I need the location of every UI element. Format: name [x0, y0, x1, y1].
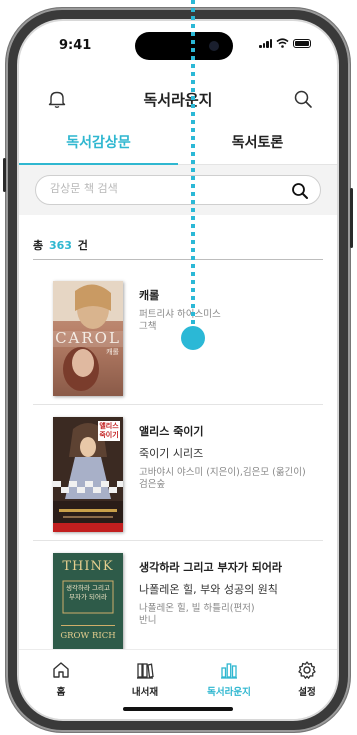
home-indicator	[123, 707, 233, 711]
tab-reviews[interactable]: 독서감상문	[19, 123, 178, 165]
tabbar-item-library[interactable]: 내서재	[115, 660, 175, 698]
tabbar-label: 설정	[298, 687, 316, 698]
home-icon	[53, 662, 69, 678]
list-item[interactable]: CAROL 캐롤 캐롤 퍼트리샤 하이스미스 그책	[33, 269, 323, 405]
status-bar: 9:41	[19, 21, 337, 61]
result-count: 총 363 건	[33, 237, 88, 253]
tabbar-label: 독서라운지	[207, 687, 251, 698]
book-publisher: 그책	[139, 321, 157, 332]
book-title: 생각하라 그리고 부자가 되어라	[139, 561, 283, 574]
cover-subtitle: 캐롤	[106, 348, 119, 356]
book-publisher: 반니	[139, 615, 157, 626]
book-cover: CAROL 캐롤	[53, 281, 123, 396]
signal-icon	[259, 39, 272, 48]
tabbar-item-settings[interactable]: 설정	[277, 660, 337, 698]
search-box	[35, 175, 321, 205]
book-cover: 앨리스 죽이기	[53, 417, 123, 532]
gear-icon	[298, 661, 316, 679]
touch-gesture-indicator	[181, 0, 205, 350]
book-title: 캐롤	[139, 289, 160, 302]
book-title: 앨리스 죽이기	[139, 425, 204, 438]
wifi-icon	[276, 38, 289, 48]
app-screen: 9:41 독서라운지 독서감상문 독서토론 감상문 책 검색 총 363 건 C…	[19, 21, 337, 719]
count-prefix: 총	[33, 239, 44, 252]
tabbar-label: 내서재	[131, 687, 159, 698]
search-submit-icon[interactable]	[290, 181, 310, 201]
cover-title: CAROL	[55, 329, 121, 347]
side-button-right	[350, 188, 353, 248]
divider	[33, 259, 323, 260]
tabbar-label: 홈	[56, 687, 66, 698]
search-area	[19, 165, 337, 215]
phone-bezel: 9:41 독서라운지 독서감상문 독서토론 감상문 책 검색 총 363 건 C…	[17, 19, 339, 721]
cover-subtitle: 생각하라 그리고 부자가 되어라	[66, 584, 110, 601]
book-subtitle: 나폴레온 힐, 부와 성공의 원칙	[139, 583, 278, 596]
book-info: 캐롤 퍼트리샤 하이스미스 그책	[139, 287, 321, 333]
tabbar-item-home[interactable]: 홈	[31, 660, 91, 698]
status-time: 9:41	[59, 38, 92, 53]
page-title: 독서라운지	[143, 91, 213, 109]
book-author: 나폴레온 힐, 빌 하틀리(편저)	[139, 603, 255, 614]
book-publisher: 검은숲	[139, 479, 166, 490]
bookshelf-icon	[137, 663, 154, 679]
tabbar-item-lounge[interactable]: 독서라운지	[199, 660, 259, 698]
tab-bar-top: 독서감상문 독서토론	[19, 123, 337, 165]
count-suffix: 건	[77, 239, 88, 252]
search-input[interactable]	[50, 182, 280, 195]
book-author: 고바야시 야스미 (지은이),김은모 (옮긴이)	[139, 467, 306, 478]
phone-frame: 9:41 독서라운지 독서감상문 독서토론 감상문 책 검색 총 363 건 C…	[3, 8, 353, 732]
book-info: 앨리스 죽이기 죽이기 시리즈 고바야시 야스미 (지은이),김은모 (옮긴이)…	[139, 423, 321, 491]
book-author: 퍼트리샤 하이스미스	[139, 309, 221, 320]
cover-title-bottom: GROW RICH	[60, 631, 116, 641]
list-item[interactable]: 앨리스 죽이기 앨리스 죽이기 죽이기 시리즈 고바야시 야스미 (지은이),김…	[33, 405, 323, 541]
count-number: 363	[48, 239, 72, 252]
side-button-left	[3, 158, 6, 192]
lounge-icon	[221, 663, 237, 679]
book-list: CAROL 캐롤 캐롤 퍼트리샤 하이스미스 그책 앨리스 죽이기 앨리스 죽이…	[33, 269, 323, 677]
cover-title: 앨리스 죽이기	[98, 421, 120, 441]
status-icons	[259, 38, 311, 48]
gesture-trail	[181, 0, 205, 350]
book-series: 죽이기 시리즈	[139, 447, 204, 460]
bottom-tab-bar: 홈 내서재 독서라운지 설정	[19, 649, 337, 719]
book-info: 생각하라 그리고 부자가 되어라 나폴레온 힐, 부와 성공의 원칙 나폴레온 …	[139, 559, 321, 627]
cover-title: THINK	[62, 559, 114, 574]
search-icon[interactable]	[293, 89, 313, 109]
app-header: 독서라운지	[19, 79, 337, 119]
battery-icon	[293, 39, 311, 48]
